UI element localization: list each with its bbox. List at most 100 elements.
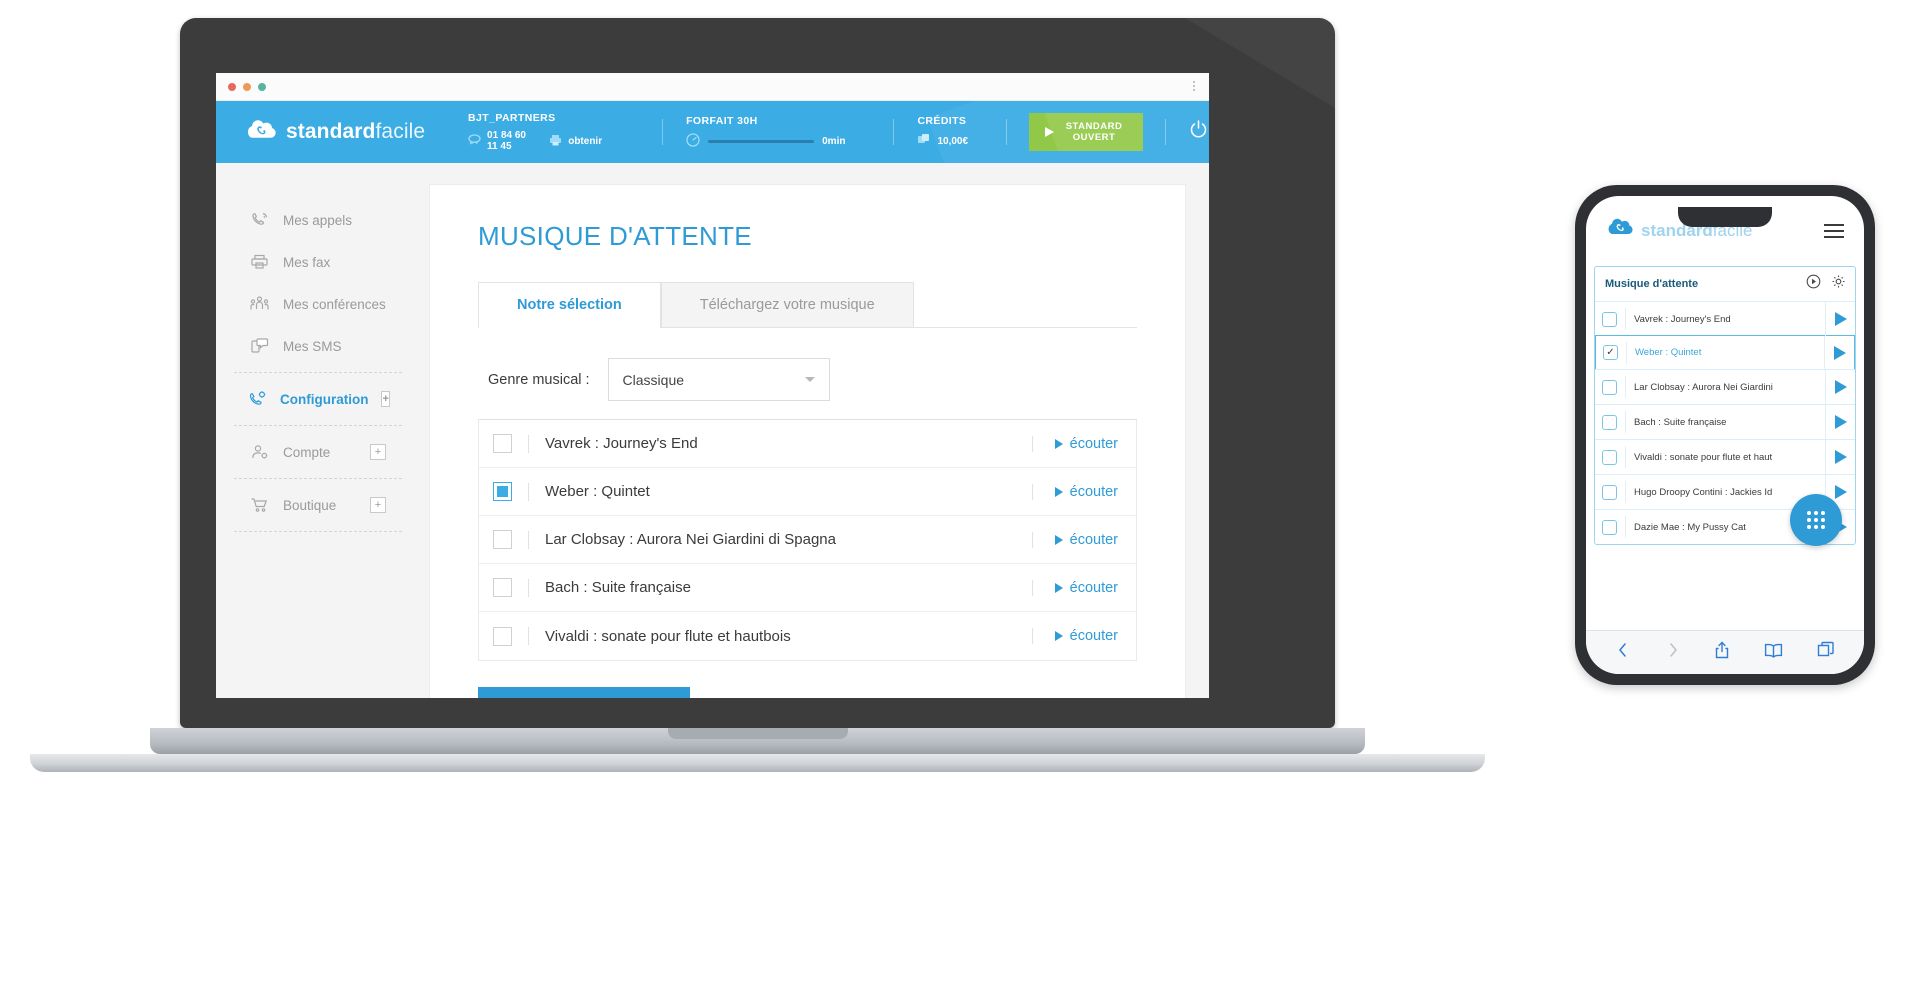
- divider: [528, 434, 529, 453]
- track-list: Vavrek : Journey's End écouter Weber : Q…: [478, 419, 1137, 661]
- close-dot[interactable]: [228, 82, 236, 91]
- list-item[interactable]: Bach : Suite française: [1595, 404, 1855, 439]
- track-checkbox[interactable]: ✓: [1603, 345, 1618, 360]
- mobile-browser-toolbar: [1586, 630, 1864, 674]
- divider: [528, 578, 529, 597]
- obtain-link[interactable]: obtenir: [568, 136, 602, 147]
- table-row[interactable]: Vavrek : Journey's End écouter: [479, 420, 1136, 468]
- phone-device: standardfacile Musique d'attente Vavrek …: [1575, 185, 1875, 685]
- ecouter-mon-annonce-button[interactable]: ÉCOUTER MON ANNONCE: [478, 687, 691, 698]
- track-checkbox[interactable]: [493, 626, 512, 646]
- play-button[interactable]: [1825, 405, 1855, 439]
- bookmarks-icon[interactable]: [1764, 642, 1783, 664]
- chevron-down-icon: [804, 377, 815, 382]
- sidebar-item-boutique[interactable]: Boutique +: [234, 484, 402, 526]
- sidebar-expand-configuration[interactable]: +: [381, 391, 390, 407]
- sidebar-item-mes-fax[interactable]: Mes fax: [234, 241, 402, 283]
- account-phone: 01 84 60 11 45: [487, 130, 526, 152]
- phone-screen: standardfacile Musique d'attente Vavrek …: [1586, 196, 1864, 674]
- page-title: MUSIQUE D'ATTENTE: [478, 221, 752, 251]
- sidebar-item-label: Compte: [283, 444, 331, 460]
- track-name: Hugo Droopy Contini : Jackies Id: [1634, 486, 1773, 498]
- maximize-dot[interactable]: [258, 82, 266, 91]
- gauge-icon: [686, 132, 700, 150]
- laptop-foot: [30, 754, 1485, 772]
- listen-label: écouter: [1069, 531, 1118, 548]
- track-name: Bach : Suite française: [1634, 416, 1727, 428]
- minimize-dot[interactable]: [243, 82, 251, 91]
- listen-button[interactable]: écouter: [1031, 531, 1118, 548]
- table-row[interactable]: Bach : Suite française écouter: [479, 564, 1136, 612]
- listen-button[interactable]: écouter: [1031, 435, 1118, 452]
- dialpad-fab-button[interactable]: [1790, 494, 1842, 546]
- sidebar-expand-boutique[interactable]: +: [370, 497, 386, 513]
- sidebar-item-mes-appels[interactable]: Mes appels: [234, 199, 402, 241]
- sidebar-item-mes-sms[interactable]: Mes SMS: [234, 325, 402, 367]
- list-item[interactable]: Vavrek : Journey's End: [1595, 301, 1855, 336]
- status-label: STANDARD OUVERT: [1065, 121, 1123, 143]
- table-row[interactable]: Weber : Quintet écouter: [479, 468, 1136, 516]
- listen-button[interactable]: écouter: [1031, 579, 1118, 596]
- brand-name: standardfacile: [286, 120, 426, 143]
- track-checkbox[interactable]: [1602, 449, 1617, 465]
- listen-button[interactable]: écouter: [1031, 628, 1118, 644]
- track-checkbox[interactable]: [1602, 484, 1617, 500]
- track-checkbox[interactable]: [493, 434, 512, 453]
- tab-telechargez-votre-musique[interactable]: Téléchargez votre musique: [660, 282, 914, 327]
- divider: [1625, 446, 1626, 468]
- play-button[interactable]: [1824, 336, 1854, 369]
- plan-block: FORFAIT 30H 0min: [662, 115, 845, 150]
- genre-select[interactable]: Classique: [607, 358, 830, 401]
- window-controls[interactable]: [228, 82, 266, 91]
- track-checkbox[interactable]: [493, 578, 512, 597]
- sidebar-expand-compte[interactable]: +: [370, 444, 386, 460]
- track-checkbox[interactable]: [1602, 379, 1617, 395]
- share-icon[interactable]: [1714, 641, 1730, 665]
- list-item[interactable]: Vivaldi : sonate pour flute et haut: [1595, 439, 1855, 474]
- play-button[interactable]: [1825, 440, 1855, 474]
- track-checkbox[interactable]: [493, 482, 512, 501]
- power-icon[interactable]: [1188, 119, 1209, 145]
- standard-status-button[interactable]: STANDARD OUVERT: [1028, 113, 1144, 151]
- list-item[interactable]: ✓ Weber : Quintet: [1595, 335, 1855, 370]
- play-button[interactable]: [1825, 370, 1855, 404]
- sidebar-item-label: Configuration: [280, 391, 369, 407]
- table-row[interactable]: Vivaldi : sonate pour flute et hautbois …: [479, 612, 1136, 660]
- tab-notre-selection[interactable]: Notre sélection: [478, 282, 661, 328]
- gear-icon[interactable]: [1831, 274, 1846, 294]
- track-checkbox[interactable]: [1602, 519, 1617, 535]
- divider: [1625, 481, 1626, 503]
- phone-notch: [1678, 207, 1772, 227]
- play-icon: [1834, 450, 1847, 464]
- sidebar-item-compte[interactable]: Compte +: [234, 431, 402, 473]
- track-checkbox[interactable]: [493, 530, 512, 549]
- play-circle-icon[interactable]: [1806, 274, 1821, 294]
- track-checkbox[interactable]: [1602, 311, 1617, 327]
- track-checkbox[interactable]: [1602, 414, 1617, 430]
- printer-icon: [549, 134, 562, 149]
- tabs-icon[interactable]: [1817, 641, 1835, 664]
- app-header: standardfacile BJT_PARTNERS 01 84 60 11 …: [216, 101, 1209, 163]
- divider: [528, 627, 529, 645]
- play-icon: [1834, 380, 1847, 394]
- kebab-menu-icon[interactable]: [1193, 81, 1195, 91]
- play-icon: [1834, 485, 1847, 499]
- brand-logo-group[interactable]: standardfacile: [243, 117, 438, 147]
- plan-title: FORFAIT 30H: [686, 114, 758, 127]
- back-chevron-icon[interactable]: [1615, 641, 1631, 664]
- divider: [1625, 308, 1626, 330]
- list-item[interactable]: Lar Clobsay : Aurora Nei Giardini: [1595, 369, 1855, 404]
- track-name: Lar Clobsay : Aurora Nei Giardini di Spa…: [545, 531, 836, 548]
- plan-progress-bar: [708, 139, 815, 143]
- hamburger-menu-icon[interactable]: [1824, 224, 1844, 238]
- sidebar-item-mes-conferences[interactable]: Mes conférences: [234, 283, 402, 325]
- sidebar-item-configuration[interactable]: Configuration +: [234, 378, 402, 420]
- play-icon: [1833, 345, 1846, 360]
- listen-button[interactable]: écouter: [1031, 483, 1118, 500]
- laptop-screen: standardfacile BJT_PARTNERS 01 84 60 11 …: [216, 73, 1209, 698]
- play-button[interactable]: [1825, 302, 1855, 336]
- main-content: MUSIQUE D'ATTENTE Notre sélection Téléch…: [430, 185, 1185, 698]
- table-row[interactable]: Lar Clobsay : Aurora Nei Giardini di Spa…: [479, 516, 1136, 564]
- divider: [1625, 516, 1626, 538]
- sidebar-item-label: Mes fax: [283, 254, 331, 270]
